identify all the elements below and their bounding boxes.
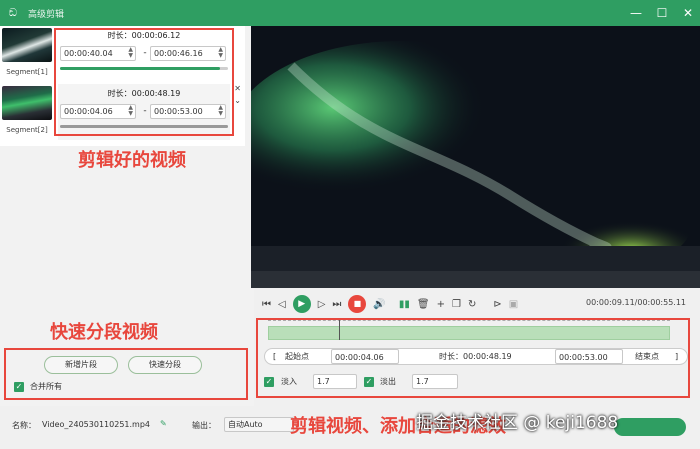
- segment-caption: Segment[2]: [6, 126, 48, 134]
- segment-thumbnail[interactable]: [2, 28, 52, 62]
- copy-icon[interactable]: ❐: [452, 299, 461, 310]
- editing-callout-box: [256, 318, 690, 398]
- annotation-quick-split: 快速分段视频: [50, 322, 158, 343]
- annotation-clipped-videos: 剪辑好的视频: [78, 150, 186, 171]
- volume-icon[interactable]: 🔊: [373, 299, 385, 310]
- window-title: 高级剪辑: [28, 9, 65, 20]
- segments-callout-box: [54, 28, 234, 136]
- edit-name-icon[interactable]: ✎: [160, 419, 167, 428]
- split-icon[interactable]: ▮▮: [399, 299, 410, 310]
- segment-thumbnail[interactable]: [2, 86, 52, 120]
- collapse-icon[interactable]: ⌄: [234, 96, 241, 105]
- name-label: 名称：: [12, 421, 36, 430]
- skip-start-icon[interactable]: ⏮: [262, 299, 271, 310]
- close-icon[interactable]: ✕: [682, 6, 694, 20]
- file-name: Video_240530110251.mp4: [42, 420, 150, 429]
- mark-in-icon[interactable]: ⊳: [493, 299, 501, 310]
- window-controls: — ☐ ✕: [630, 0, 694, 26]
- playback-timecode: 00:00:09.11/00:00:55.11: [586, 298, 686, 307]
- left-panel: Segment[1] 时长：00:00:06.12 00:00:40.04 ▲ ▼…: [0, 26, 254, 406]
- aurora-video-frame: [251, 26, 700, 288]
- add-icon[interactable]: +: [437, 299, 445, 310]
- title-bar: ඞ 高级剪辑 — ☐ ✕: [0, 0, 700, 26]
- merge-all-checkbox[interactable]: ✓: [14, 382, 24, 392]
- new-segment-button[interactable]: 新增片段: [44, 356, 118, 374]
- remove-segment-icon[interactable]: ✕: [234, 84, 241, 93]
- video-preview[interactable]: [251, 26, 700, 288]
- merge-all-label: 合并所有: [30, 382, 62, 391]
- next-frame-icon[interactable]: ▷: [318, 299, 326, 310]
- prev-frame-icon[interactable]: ◁: [278, 299, 286, 310]
- mark-out-icon: ▣: [508, 298, 519, 310]
- split-callout-box: [4, 348, 248, 400]
- play-button[interactable]: ▶: [292, 295, 311, 313]
- export-button[interactable]: [614, 418, 686, 436]
- quick-split-button[interactable]: 快速分段: [128, 356, 202, 374]
- app-logo-icon: ඞ: [8, 6, 18, 19]
- output-label: 输出：: [192, 421, 216, 430]
- segment-caption: Segment[1]: [6, 68, 48, 76]
- maximize-icon[interactable]: ☐: [656, 6, 668, 20]
- delete-icon[interactable]: 🗑: [417, 299, 430, 310]
- skip-end-icon[interactable]: ⏭: [332, 299, 341, 310]
- output-select[interactable]: 自动Auto: [224, 417, 294, 432]
- reset-icon[interactable]: ↻: [468, 299, 476, 310]
- minimize-icon[interactable]: —: [630, 6, 642, 20]
- stop-button[interactable]: ■: [348, 295, 367, 313]
- watermark: 掘金技术社区 @ keji1688: [416, 413, 619, 433]
